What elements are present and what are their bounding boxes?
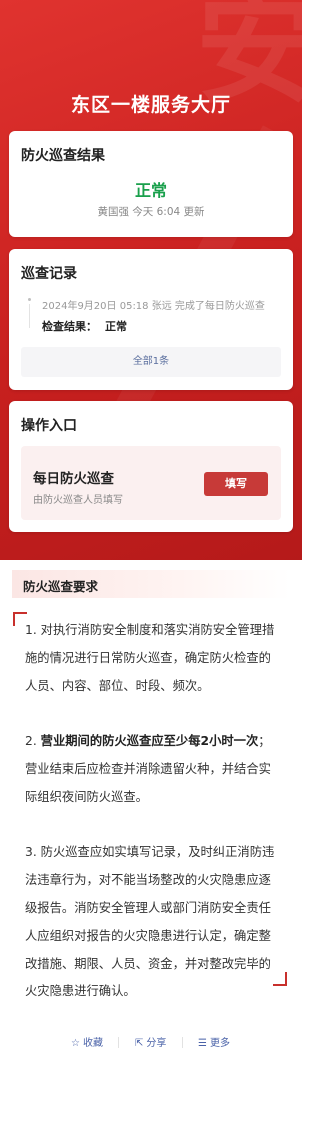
timeline-dot	[28, 298, 31, 301]
operation-card-title: 操作入口	[21, 418, 77, 434]
operation-card: 操作入口 每日防火巡查 由防火巡查人员填写 填写	[9, 401, 293, 532]
share-icon: ⇱	[135, 1038, 144, 1049]
record-result-value: 正常	[105, 320, 127, 333]
record-card-title: 巡查记录	[21, 266, 77, 282]
divider	[118, 1037, 119, 1048]
requirement-item-3: 3. 防火巡查应如实填写记录，及时纠正消防违法违章行为，对不能当场整改的火灾隐患…	[25, 845, 275, 999]
more-label: 更多	[209, 1038, 230, 1049]
requirement-2-prefix: 2.	[25, 734, 41, 749]
favorite-button[interactable]: ☆ 收藏	[71, 1034, 103, 1049]
requirements-body: 1. 对执行消防安全制度和落实消防安全管理措施的情况进行日常防火巡查，确定防火检…	[25, 617, 281, 1034]
result-card-title: 防火巡查结果	[21, 148, 105, 164]
menu-icon: ☰	[198, 1038, 207, 1049]
result-status: 正常	[134, 181, 167, 200]
requirements-header: 防火巡查要求	[12, 570, 290, 598]
more-button[interactable]: ☰ 更多	[198, 1034, 230, 1049]
divider	[182, 1037, 183, 1048]
requirement-item-2: 2. 营业期间的防火巡查应至少每2小时一次；营业结束后应检查并消除遗留火种，并结…	[25, 728, 281, 811]
bottom-actions: ☆ 收藏 ⇱ 分享 ☰ 更多	[0, 1034, 302, 1052]
record-entry[interactable]: 2024年9月20日 05:18 张远 完成了每日防火巡查	[42, 297, 265, 312]
result-meta: 黄国强 今天 6:04 更新	[97, 206, 205, 218]
record-card: 巡查记录 2024年9月20日 05:18 张远 完成了每日防火巡查 检查结果：…	[9, 249, 293, 390]
timeline-line	[29, 304, 30, 328]
requirement-2-emphasis: 营业期间的防火巡查应至少每2小时一次	[40, 734, 259, 749]
share-button[interactable]: ⇱ 分享	[135, 1034, 166, 1049]
result-card: 防火巡查结果 正常 黄国强 今天 6:04 更新	[9, 131, 293, 237]
requirements-title: 防火巡查要求	[23, 579, 99, 594]
requirement-item-1: 1. 对执行消防安全制度和落实消防安全管理措施的情况进行日常防火巡查，确定防火检…	[25, 623, 275, 693]
fill-in-button[interactable]: 填写	[204, 472, 268, 496]
record-result: 检查结果： 正常	[42, 318, 127, 334]
operation-item-name: 每日防火巡查	[33, 471, 114, 487]
record-result-label: 检查结果：	[42, 320, 97, 333]
operation-item[interactable]: 每日防火巡查 由防火巡查人员填写 填写	[21, 446, 281, 520]
view-all-button[interactable]: 全部1条	[21, 347, 281, 377]
operation-item-desc: 由防火巡查人员填写	[33, 495, 123, 506]
page-title: 东区一楼服务大厅	[70, 94, 231, 116]
star-icon: ☆	[71, 1038, 80, 1049]
share-label: 分享	[146, 1038, 167, 1049]
hero-banner: 安 东区一楼服务大厅 防火巡查结果 正常 黄国强 今天 6:04 更新 巡查记录…	[0, 0, 302, 560]
favorite-label: 收藏	[82, 1038, 103, 1049]
